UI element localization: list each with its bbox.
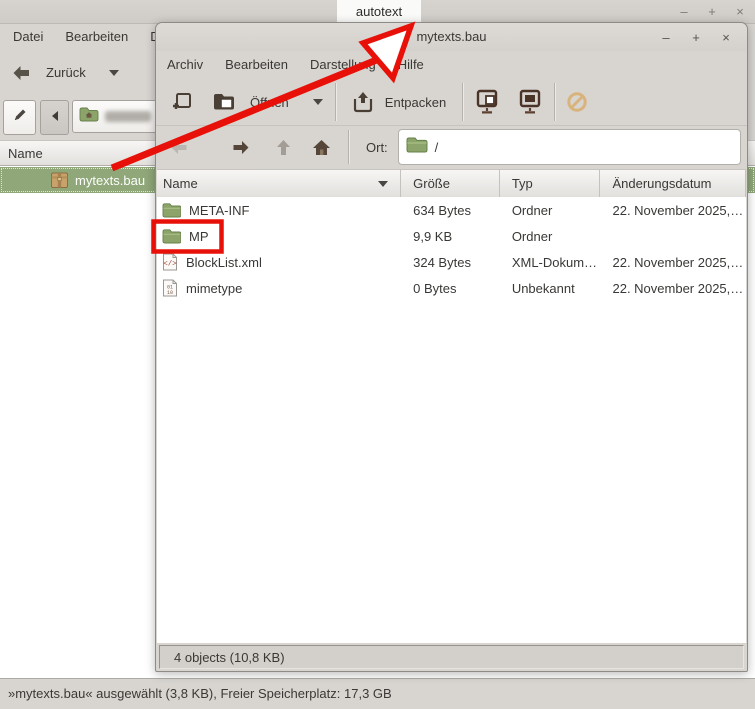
file-size: 9,9 KB <box>401 229 500 244</box>
archive-menu-item-archiv[interactable]: Archiv <box>156 52 214 78</box>
table-row[interactable]: META-INF 634 BytesOrdner22. November 2025… <box>157 197 746 223</box>
hide-pathbar-button[interactable] <box>40 100 69 135</box>
archive-minimize-button[interactable]: – <box>659 30 673 45</box>
file-type: XML-Dokum… <box>500 255 601 270</box>
file-modified-date: 22. November 2025,… <box>600 281 746 296</box>
breadcrumb-text-redacted <box>105 111 151 122</box>
window-title: autotext <box>337 0 421 23</box>
location-path-value: / <box>435 140 439 155</box>
toolbar-separator <box>335 83 337 121</box>
column-header-name[interactable]: Name <box>157 170 401 198</box>
folder-icon <box>406 136 428 158</box>
nav-up-icon <box>266 139 300 156</box>
extract-button-label[interactable]: Entpacken <box>385 95 446 110</box>
file-size: 0 Bytes <box>401 281 500 296</box>
stop-icon <box>566 91 588 113</box>
navbar-separator <box>348 130 350 164</box>
breadcrumb-home-button[interactable] <box>72 100 164 133</box>
maximize-button[interactable]: + <box>705 4 719 19</box>
table-row[interactable]: </> BlockList.xml 324 BytesXML-Dokum…22. N… <box>157 249 746 275</box>
column-header-nderungsdatum[interactable]: Änderungsdatum <box>600 170 746 198</box>
back-button[interactable]: Zurück <box>0 65 119 81</box>
close-button[interactable]: × <box>733 4 747 19</box>
minimize-button[interactable]: – <box>677 4 691 19</box>
archive-file-icon <box>50 171 69 189</box>
menu-item-bearbeiten[interactable]: Bearbeiten <box>54 24 139 50</box>
nav-home-icon[interactable] <box>304 139 338 156</box>
column-header-typ[interactable]: Typ <box>500 170 601 198</box>
archive-file-list: META-INF634 BytesOrdner22. November 2025… <box>157 197 746 643</box>
add-files-icon[interactable] <box>474 89 501 115</box>
archive-titlebar[interactable]: mytexts.bau – + × <box>156 23 747 51</box>
location-input[interactable]: / <box>398 129 741 165</box>
menu-item-datei[interactable]: Datei <box>2 24 54 50</box>
open-dropdown-caret-icon[interactable] <box>313 99 323 105</box>
archive-menubar: ArchivBearbeitenDarstellungHilfe <box>156 51 747 79</box>
archive-menu-item-hilfe[interactable]: Hilfe <box>387 52 435 78</box>
archive-table-header: NameGrößeTypÄnderungsdatum <box>157 169 746 198</box>
file-modified-date: 22. November 2025,… <box>600 255 746 270</box>
sort-descending-icon <box>378 181 388 187</box>
svg-text:</>: </> <box>163 261 177 269</box>
table-row[interactable]: MP 9,9 KBOrdner <box>157 223 746 249</box>
archive-menu-item-bearbeiten[interactable]: Bearbeiten <box>214 52 299 78</box>
file-type: Ordner <box>500 229 601 244</box>
archive-maximize-button[interactable]: + <box>689 30 703 45</box>
nav-back-icon <box>162 140 196 155</box>
chevron-left-icon <box>50 109 60 127</box>
home-folder-icon <box>79 106 99 127</box>
add-folder-icon[interactable] <box>517 89 544 115</box>
file-type: Ordner <box>500 203 601 218</box>
file-name: BlockList.xml <box>186 255 262 270</box>
archive-close-button[interactable]: × <box>719 30 733 45</box>
nav-forward-icon[interactable] <box>224 140 258 155</box>
binary-file-icon: 0110 <box>162 279 178 297</box>
file-modified-date: 22. November 2025,… <box>600 203 746 218</box>
back-arrow-icon <box>12 65 31 81</box>
file-manager-titlebar[interactable]: autotext – + × <box>0 0 755 24</box>
table-row[interactable]: 0110 mimetype 0 BytesUnbekannt22. November… <box>157 275 746 301</box>
edit-path-button[interactable] <box>3 100 36 135</box>
extract-icon[interactable] <box>351 90 375 114</box>
file-manager-statusbar: »mytexts.bau« ausgewählt (3,8 KB), Freie… <box>0 678 755 709</box>
open-archive-icon[interactable] <box>212 91 236 113</box>
file-size: 324 Bytes <box>401 255 500 270</box>
file-type: Unbekannt <box>500 281 601 296</box>
archive-statusbar: 4 objects (10,8 KB) <box>159 645 744 669</box>
archive-manager-window: mytexts.bau – + × ArchivBearbeitenDarste… <box>155 22 748 672</box>
back-history-caret-icon[interactable] <box>109 70 119 76</box>
open-button-label[interactable]: Öffnen <box>250 95 289 110</box>
toolbar-separator <box>554 83 556 121</box>
new-archive-icon[interactable] <box>172 91 194 113</box>
file-size: 634 Bytes <box>401 203 500 218</box>
folder-icon <box>162 202 181 218</box>
svg-text:10: 10 <box>167 290 173 296</box>
pencil-icon <box>12 107 28 128</box>
file-name: META-INF <box>189 203 249 218</box>
folder-icon <box>162 228 181 244</box>
toolbar-separator <box>462 83 464 121</box>
back-button-label: Zurück <box>40 65 92 80</box>
xml-file-icon: </> <box>162 253 178 271</box>
archive-menu-item-darstellung[interactable]: Darstellung <box>299 52 387 78</box>
column-header-gre[interactable]: Größe <box>401 170 500 198</box>
file-name: mimetype <box>186 281 242 296</box>
location-label: Ort: <box>366 140 388 155</box>
archive-toolbar: Öffnen Entpacken <box>156 79 747 126</box>
selected-file-label: mytexts.bau <box>75 173 145 188</box>
file-name: MP <box>189 229 209 244</box>
archive-navbar: Ort: / <box>156 125 747 169</box>
